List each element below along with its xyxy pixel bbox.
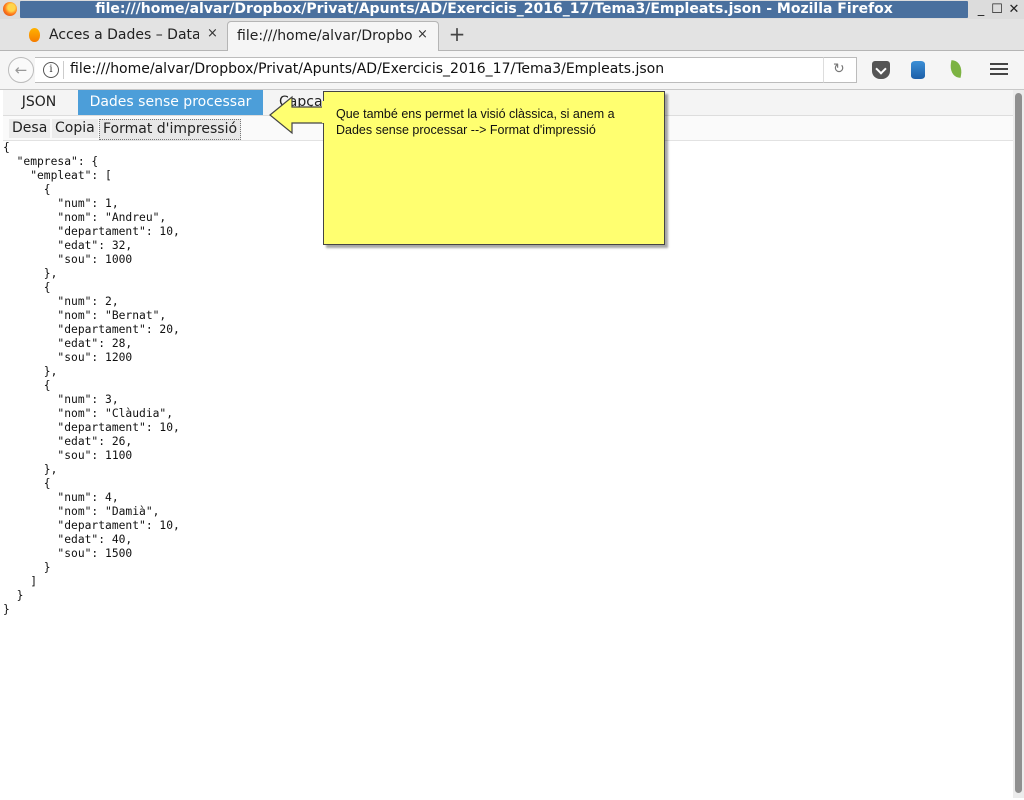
close-window-button[interactable]: ✕ <box>1005 0 1023 19</box>
hamburger-menu-icon[interactable] <box>990 61 1008 77</box>
callout-text: Que també ens permet la visió clàssica, … <box>336 107 615 137</box>
window-title: file:///home/alvar/Dropbox/Privat/Apunts… <box>95 1 893 17</box>
tab-json[interactable]: JSON <box>3 90 75 115</box>
pretty-print-button[interactable]: Format d'impressió <box>99 119 242 140</box>
url-separator <box>63 61 64 79</box>
tab-close-icon[interactable]: × <box>417 27 428 42</box>
scrollbar-thumb[interactable] <box>1015 93 1022 793</box>
callout-arrow-icon <box>269 95 327 135</box>
pocket-icon[interactable] <box>872 61 890 79</box>
maximize-button[interactable]: ☐ <box>988 0 1006 19</box>
back-button[interactable]: ← <box>8 57 34 83</box>
new-tab-button[interactable]: + <box>447 20 467 48</box>
tab-label: file:///home/alvar/Dropbox <box>237 28 412 44</box>
save-button[interactable]: Desa <box>9 119 51 138</box>
firefox-logo-icon <box>3 2 17 16</box>
navigation-bar: ← i file:///home/alvar/Dropbox/Privat/Ap… <box>0 51 1024 90</box>
reload-icon: ↻ <box>833 61 845 77</box>
tab-close-icon[interactable]: × <box>207 26 218 41</box>
callout-note: Que també ens permet la visió clàssica, … <box>323 91 665 245</box>
database-icon[interactable] <box>911 61 925 79</box>
window-title-bar: file:///home/alvar/Dropbox/Privat/Apunts… <box>0 0 1024 19</box>
url-text[interactable]: file:///home/alvar/Dropbox/Privat/Apunts… <box>70 61 664 77</box>
tab-acces-a-dades[interactable]: Acces a Dades – Database × <box>20 21 225 50</box>
callout-arrow-join <box>322 101 328 123</box>
info-icon[interactable]: i <box>43 62 59 78</box>
tab-empleats-json[interactable]: file:///home/alvar/Dropbox × <box>227 21 439 51</box>
tab-raw-data[interactable]: Dades sense processar <box>78 90 263 115</box>
copy-button[interactable]: Copia <box>52 119 98 138</box>
url-bar[interactable]: i file:///home/alvar/Dropbox/Privat/Apun… <box>35 57 824 83</box>
vertical-scrollbar[interactable] <box>1013 90 1024 798</box>
tab-label: Acces a Dades – Database <box>49 27 199 43</box>
tab-strip: Acces a Dades – Database × file:///home/… <box>0 19 1024 51</box>
reload-button[interactable]: ↻ <box>823 57 857 83</box>
firebase-favicon-icon <box>29 28 40 42</box>
